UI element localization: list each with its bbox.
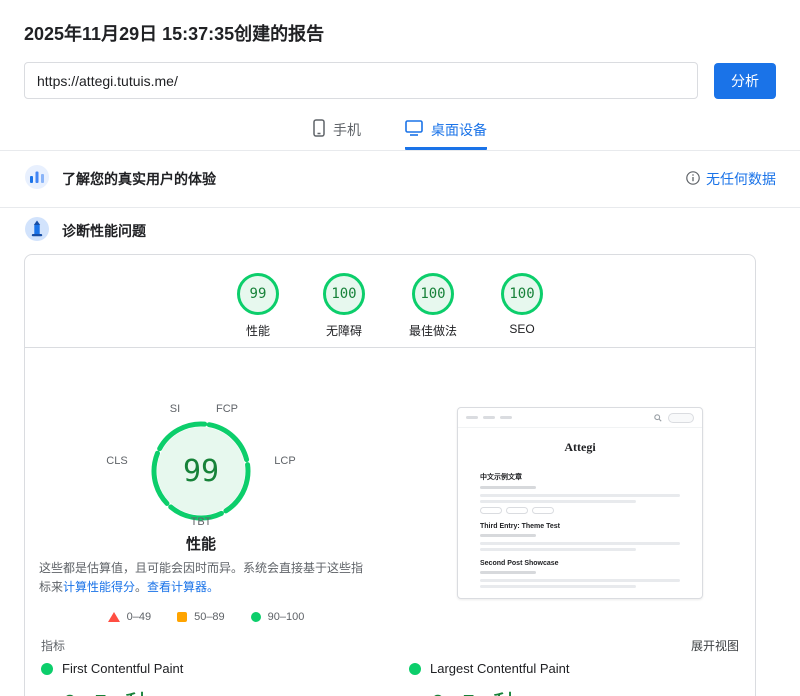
legend-average-label: 50–89 — [194, 611, 225, 623]
desktop-icon — [405, 120, 423, 139]
score-seo-value: 100 — [501, 273, 543, 315]
tag-skeleton — [532, 507, 554, 514]
scoring-link[interactable]: 计算性能得分 — [63, 580, 135, 594]
gauge-category-label: 性能 — [186, 533, 216, 554]
phone-icon — [313, 119, 325, 140]
metrics-header: 指标 展开视图 — [41, 637, 739, 654]
score-disclaimer: 这些都是估算值，且可能会因时而异。系统会直接基于这些指标来计算性能得分。查看计算… — [39, 559, 373, 596]
gauge-tag-cls: CLS — [106, 455, 127, 467]
score-best-practices-label: 最佳做法 — [409, 322, 457, 339]
metric-lcp: Largest Contentful Paint 0.5 秒 — [409, 661, 709, 696]
diagnose-title: 诊断性能问题 — [62, 221, 146, 241]
score-seo[interactable]: 100 SEO — [501, 273, 543, 347]
nav-skeleton — [466, 416, 478, 419]
field-data-icon — [24, 164, 50, 195]
nav-skeleton — [500, 416, 512, 419]
triangle-icon — [108, 612, 120, 622]
post-text-skeleton — [480, 585, 636, 588]
thumbnail-posts: 中文示例文章 Third Entry: Theme Test Second Po… — [458, 455, 702, 588]
legend-pass-label: 90–100 — [268, 611, 305, 623]
site-screenshot-thumbnail: Attegi 中文示例文章 Third Entry: Theme Test — [457, 407, 703, 599]
url-bar: 分析 — [24, 62, 776, 99]
score-accessibility-label: 无障碍 — [326, 322, 362, 339]
category-scores: 99 性能 100 无障碍 100 最佳做法 100 SEO — [25, 255, 755, 348]
post-meta-skeleton — [480, 486, 536, 489]
post-text-skeleton — [480, 494, 680, 497]
nav-skeleton — [483, 416, 495, 419]
legend-average: 50–89 — [177, 611, 225, 623]
performance-gauge: 99 SI FCP CLS LCP TBT 性能 — [71, 403, 331, 553]
thumbnail-nav-links — [466, 416, 512, 419]
calculator-link[interactable]: 查看计算器。 — [147, 580, 219, 594]
post-tags-skeleton — [480, 507, 680, 514]
search-icon — [654, 409, 662, 427]
gauge-tag-tbt: TBT — [191, 516, 212, 528]
metric-fcp-label: First Contentful Paint — [62, 661, 183, 676]
gauge-tag-si: SI — [170, 403, 180, 415]
report-title: 2025年11月29日 15:37:35创建的报告 — [24, 20, 776, 46]
thumbnail-post-title: Third Entry: Theme Test — [480, 523, 680, 530]
thumbnail-post: Second Post Showcase — [480, 560, 680, 588]
field-data-section: 了解您的真实用户的体验 无任何数据 — [0, 151, 800, 208]
disclaimer-text-2: 。 — [135, 580, 147, 594]
post-text-skeleton — [480, 542, 680, 545]
field-data-title: 了解您的真实用户的体验 — [62, 169, 216, 189]
score-performance[interactable]: 99 性能 — [237, 273, 279, 347]
score-legend: 0–49 50–89 90–100 — [61, 611, 351, 623]
post-text-skeleton — [480, 548, 636, 551]
thumbnail-post-title: 中文示例文章 — [480, 472, 680, 482]
score-best-practices-value: 100 — [412, 273, 454, 315]
thumbnail-post: Third Entry: Theme Test — [480, 523, 680, 551]
gauge-tag-fcp: FCP — [216, 403, 238, 415]
score-accessibility[interactable]: 100 无障碍 — [323, 273, 365, 347]
tab-mobile[interactable]: 手机 — [313, 119, 361, 150]
thumbnail-post: 中文示例文章 — [480, 472, 680, 514]
thumbnail-button-skeleton — [668, 413, 694, 423]
tab-desktop[interactable]: 桌面设备 — [405, 119, 487, 150]
tab-desktop-label: 桌面设备 — [431, 120, 487, 140]
gauge-score: 99 — [149, 419, 253, 523]
score-accessibility-value: 100 — [323, 273, 365, 315]
tab-mobile-label: 手机 — [333, 120, 361, 140]
score-best-practices[interactable]: 100 最佳做法 — [409, 273, 457, 347]
post-meta-skeleton — [480, 534, 536, 537]
device-tabs: 手机 桌面设备 — [0, 119, 800, 150]
legend-pass: 90–100 — [251, 611, 305, 623]
expand-view-button[interactable]: 展开视图 — [691, 637, 739, 654]
url-input[interactable] — [24, 62, 698, 99]
info-icon[interactable] — [686, 171, 700, 188]
report-card: 99 性能 100 无障碍 100 最佳做法 100 SEO 99 SI FCP… — [24, 254, 756, 696]
post-text-skeleton — [480, 500, 636, 503]
score-seo-label: SEO — [509, 322, 534, 336]
score-performance-label: 性能 — [246, 322, 270, 339]
lighthouse-icon — [24, 216, 50, 247]
no-data-label: 无任何数据 — [706, 169, 776, 189]
diagnose-section: 诊断性能问题 — [0, 208, 800, 254]
post-text-skeleton — [480, 579, 680, 582]
gauge-tag-lcp: LCP — [274, 455, 295, 467]
score-performance-value: 99 — [237, 273, 279, 315]
thumbnail-site-title: Attegi — [458, 440, 702, 455]
metric-fcp-value: 0.5 秒 — [62, 685, 341, 696]
metrics-label: 指标 — [41, 637, 65, 654]
no-data-badge: 无任何数据 — [686, 169, 776, 189]
post-meta-skeleton — [480, 571, 536, 574]
legend-fail-label: 0–49 — [127, 611, 151, 623]
pass-dot-icon — [41, 663, 53, 675]
square-icon — [177, 612, 187, 622]
metric-fcp: First Contentful Paint 0.5 秒 — [41, 661, 341, 696]
circle-icon — [251, 612, 261, 622]
metric-lcp-value: 0.5 秒 — [430, 685, 709, 696]
legend-fail: 0–49 — [108, 611, 151, 623]
tag-skeleton — [506, 507, 528, 514]
tag-skeleton — [480, 507, 502, 514]
thumbnail-post-title: Second Post Showcase — [480, 560, 680, 567]
pass-dot-icon — [409, 663, 421, 675]
analyze-button[interactable]: 分析 — [714, 63, 776, 99]
thumbnail-navbar — [458, 408, 702, 428]
metric-lcp-label: Largest Contentful Paint — [430, 661, 569, 676]
